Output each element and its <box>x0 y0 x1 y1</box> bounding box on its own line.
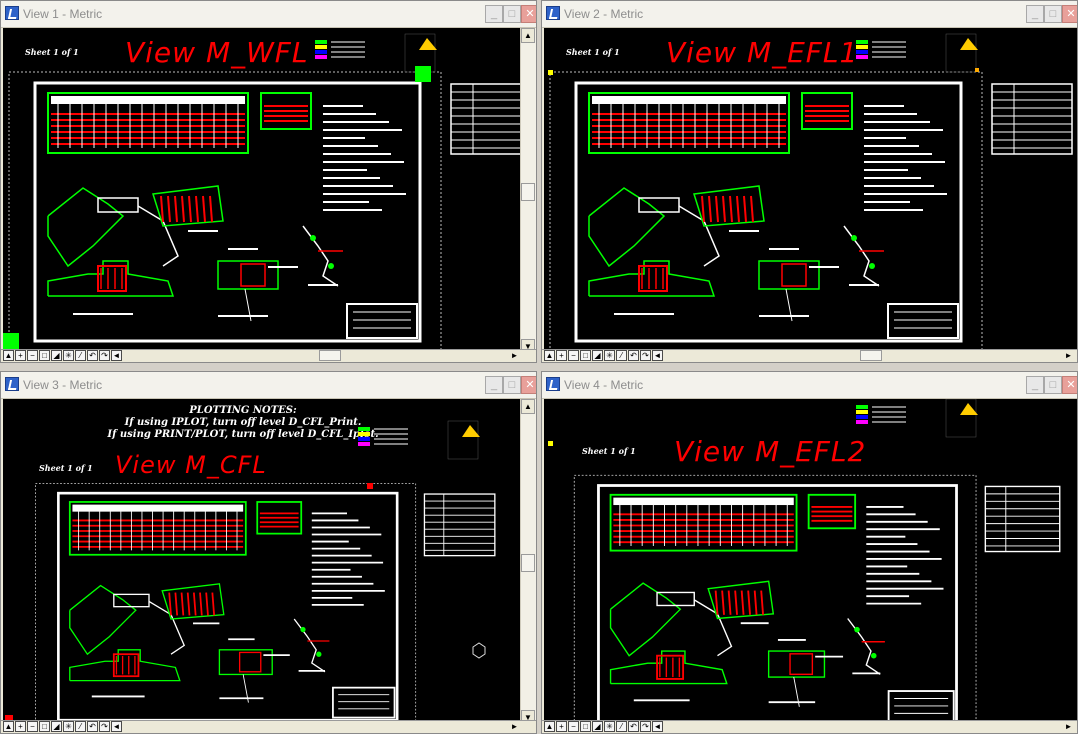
rotate-view-icon[interactable]: ✳ <box>604 350 615 361</box>
view-tools: ▲ + − □ ◢ ✳ ⁄ ↶ ↷ ◄ <box>3 721 123 733</box>
window-area-icon[interactable]: □ <box>39 721 50 732</box>
view-control-bar: ▲ + − □ ◢ ✳ ⁄ ↶ ↷ ◄ ► <box>1 349 536 362</box>
scroll-thumb[interactable] <box>521 554 535 572</box>
view-window-2[interactable]: View 2 - Metric _ □ ✕ Sheet 1 of 1 View … <box>541 0 1078 363</box>
window-area-icon[interactable]: □ <box>39 350 50 361</box>
view-tools: ▲ + − □ ◢ ✳ ⁄ ↶ ↷ ◄ <box>3 350 123 362</box>
copy-view-icon[interactable]: ◄ <box>652 721 663 732</box>
view-next-icon[interactable]: ↷ <box>99 721 110 732</box>
minimize-button[interactable]: _ <box>1026 376 1044 394</box>
view-attributes-icon[interactable]: ▲ <box>3 721 14 732</box>
pan-view-icon[interactable]: ⁄ <box>75 350 86 361</box>
window-title: View 4 - Metric <box>564 378 644 392</box>
minimize-button[interactable]: _ <box>485 376 503 394</box>
view-attributes-icon[interactable]: ▲ <box>544 721 555 732</box>
drawing-canvas[interactable]: Sheet 1 of 1 View M_WFL <box>3 28 523 354</box>
maximize-button[interactable]: □ <box>503 376 521 394</box>
close-button[interactable]: ✕ <box>521 376 536 394</box>
view-previous-icon[interactable]: ↶ <box>628 350 639 361</box>
microstation-view-icon <box>5 377 19 391</box>
view-control-bar: ▲ + − □ ◢ ✳ ⁄ ↶ ↷ ◄ ► <box>1 720 536 733</box>
maximize-button[interactable]: □ <box>503 5 521 23</box>
zoom-out-icon[interactable]: − <box>568 350 579 361</box>
view-window-1[interactable]: View 1 - Metric _ □ ✕ Sheet 1 of 1 View … <box>0 0 537 363</box>
rotate-view-icon[interactable]: ✳ <box>63 721 74 732</box>
view-attributes-icon[interactable]: ▲ <box>3 350 14 361</box>
fit-view-icon[interactable]: ◢ <box>592 350 603 361</box>
drawing-canvas[interactable]: Sheet 1 of 1 View M_EFL1 <box>544 28 1077 354</box>
rotate-view-icon[interactable]: ✳ <box>63 350 74 361</box>
view-previous-icon[interactable]: ↶ <box>628 721 639 732</box>
close-button[interactable]: ✕ <box>1062 376 1077 394</box>
rotate-view-icon[interactable]: ✳ <box>604 721 615 732</box>
drawing-sheet <box>5 420 496 725</box>
drawing-canvas[interactable]: PLOTTING NOTES: If using IPLOT, turn off… <box>3 399 523 725</box>
zoom-in-icon[interactable]: + <box>556 350 567 361</box>
pan-view-icon[interactable]: ⁄ <box>616 721 627 732</box>
microstation-view-icon <box>5 6 19 20</box>
minimize-button[interactable]: _ <box>1026 5 1044 23</box>
pan-view-icon[interactable]: ⁄ <box>75 721 86 732</box>
zoom-in-icon[interactable]: + <box>556 721 567 732</box>
fit-view-icon[interactable]: ◢ <box>592 721 603 732</box>
microstation-view-icon <box>546 6 560 20</box>
copy-view-icon[interactable]: ◄ <box>111 721 122 732</box>
copy-view-icon[interactable]: ◄ <box>111 350 122 361</box>
drawing-canvas[interactable]: Sheet 1 of 1 View M_EFL2 <box>544 399 1077 725</box>
title-bar[interactable]: View 1 - Metric _ □ ✕ <box>1 1 536 28</box>
fit-view-icon[interactable]: ◢ <box>51 350 62 361</box>
window-title: View 1 - Metric <box>23 7 103 21</box>
view-control-bar: ▲ + − □ ◢ ✳ ⁄ ↶ ↷ ◄ ► <box>542 720 1077 733</box>
view-window-3[interactable]: View 3 - Metric _ □ ✕ PLOTTING NOTES: If… <box>0 371 537 734</box>
window-area-icon[interactable]: □ <box>580 350 591 361</box>
view-next-icon[interactable]: ↷ <box>640 721 651 732</box>
view-window-4[interactable]: View 4 - Metric _ □ ✕ Sheet 1 of 1 View … <box>541 371 1078 734</box>
close-button[interactable]: ✕ <box>1062 5 1077 23</box>
view-previous-icon[interactable]: ↶ <box>87 350 98 361</box>
view-next-icon[interactable]: ↷ <box>99 350 110 361</box>
title-bar[interactable]: View 2 - Metric _ □ ✕ <box>542 1 1077 28</box>
microstation-view-icon <box>546 377 560 391</box>
fit-view-icon[interactable]: ◢ <box>51 721 62 732</box>
title-bar[interactable]: View 4 - Metric _ □ ✕ <box>542 372 1077 399</box>
title-bar[interactable]: View 3 - Metric _ □ ✕ <box>1 372 536 399</box>
zoom-out-icon[interactable]: − <box>27 350 38 361</box>
minimize-button[interactable]: _ <box>485 5 503 23</box>
scroll-right-button[interactable]: ► <box>508 350 521 361</box>
view-tools: ▲ + − □ ◢ ✳ ⁄ ↶ ↷ ◄ <box>544 350 664 362</box>
scroll-right-button[interactable]: ► <box>1062 350 1075 361</box>
window-area-icon[interactable]: □ <box>580 721 591 732</box>
drawing-sheet <box>548 33 1073 351</box>
zoom-out-icon[interactable]: − <box>568 721 579 732</box>
view-attributes-icon[interactable]: ▲ <box>544 350 555 361</box>
vertical-scrollbar[interactable]: ▲ ▼ <box>520 399 536 725</box>
scroll-up-button[interactable]: ▲ <box>521 399 535 414</box>
zoom-in-icon[interactable]: + <box>15 721 26 732</box>
drawing-sheet <box>3 33 523 351</box>
horizontal-scroll-thumb[interactable] <box>319 350 341 361</box>
copy-view-icon[interactable]: ◄ <box>652 350 663 361</box>
window-title: View 3 - Metric <box>23 378 103 392</box>
view-previous-icon[interactable]: ↶ <box>87 721 98 732</box>
horizontal-scroll-thumb[interactable] <box>860 350 882 361</box>
vertical-scrollbar[interactable]: ▲ ▼ <box>520 28 536 354</box>
zoom-out-icon[interactable]: − <box>27 721 38 732</box>
scroll-right-button[interactable]: ► <box>1062 721 1075 732</box>
pan-view-icon[interactable]: ⁄ <box>616 350 627 361</box>
scroll-right-button[interactable]: ► <box>508 721 521 732</box>
zoom-in-icon[interactable]: + <box>15 350 26 361</box>
window-title: View 2 - Metric <box>564 7 644 21</box>
view-tools: ▲ + − □ ◢ ✳ ⁄ ↶ ↷ ◄ <box>544 721 664 733</box>
scroll-up-button[interactable]: ▲ <box>521 28 535 43</box>
close-button[interactable]: ✕ <box>521 5 536 23</box>
view-next-icon[interactable]: ↷ <box>640 350 651 361</box>
drawing-sheet <box>548 399 1061 725</box>
maximize-button[interactable]: □ <box>1044 5 1062 23</box>
maximize-button[interactable]: □ <box>1044 376 1062 394</box>
view-control-bar: ▲ + − □ ◢ ✳ ⁄ ↶ ↷ ◄ ► <box>542 349 1077 362</box>
scroll-thumb[interactable] <box>521 183 535 201</box>
